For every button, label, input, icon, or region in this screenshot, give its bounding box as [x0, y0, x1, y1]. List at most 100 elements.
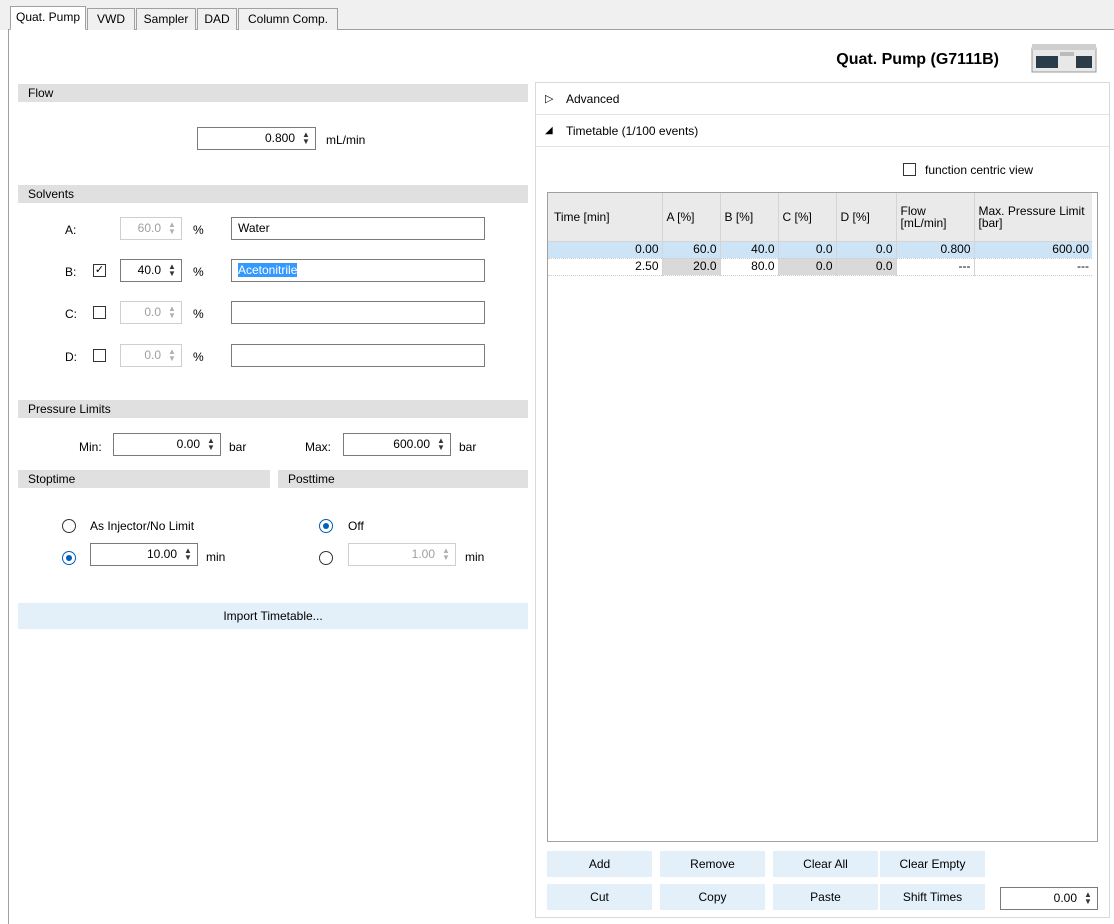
- spinner-arrows-icon[interactable]: ▲ ▼: [301, 131, 311, 146]
- spinner-arrows-icon: ▲ ▼: [442, 546, 450, 562]
- posttime-off-label: Off: [348, 519, 364, 533]
- clear-all-button[interactable]: Clear All: [773, 851, 878, 877]
- solvent-b-checkbox[interactable]: ✓: [93, 264, 106, 277]
- pressure-min-label: Min:: [79, 440, 102, 454]
- table-row[interactable]: 2.50 20.0 80.0 0.0 0.0 --- ---: [548, 258, 1092, 276]
- solvent-b-value: 40.0: [137, 263, 161, 277]
- pressure-unit: bar: [229, 440, 247, 454]
- spinner-arrows-icon[interactable]: ▲ ▼: [167, 263, 177, 278]
- stoptime-value-radio[interactable]: [62, 551, 76, 565]
- solvent-c-percent: 0.0 ▲ ▼: [120, 301, 182, 324]
- spinner-arrows-icon: ▲ ▼: [168, 304, 176, 320]
- remove-button[interactable]: Remove: [660, 851, 765, 877]
- cell-flow[interactable]: 0.800: [896, 241, 975, 259]
- timetable-label: Timetable (1/100 events): [566, 124, 699, 138]
- spinner-arrows-icon[interactable]: ▲ ▼: [436, 437, 446, 452]
- col-a: A [%]: [662, 193, 721, 242]
- cell-c[interactable]: 0.0: [778, 258, 837, 276]
- percent-label: %: [193, 307, 204, 321]
- flow-input[interactable]: 0.800 ▲ ▼: [197, 127, 316, 150]
- cell-time[interactable]: 0.00: [548, 242, 662, 258]
- stoptime-input[interactable]: 10.00 ▲ ▼: [90, 543, 198, 566]
- tab-dad[interactable]: DAD: [197, 8, 237, 30]
- solvent-b-percent[interactable]: 40.0 ▲ ▼: [120, 259, 182, 282]
- posttime-unit: min: [465, 550, 485, 564]
- tab-quat-pump[interactable]: Quat. Pump: [10, 6, 86, 30]
- shift-times-button[interactable]: Shift Times: [880, 884, 985, 910]
- spinner-arrows-icon: ▲ ▼: [168, 347, 176, 363]
- cell-c[interactable]: 0.0: [778, 241, 837, 259]
- spinner-arrows-icon[interactable]: ▲ ▼: [1083, 891, 1093, 906]
- solvent-c-checkbox[interactable]: [93, 306, 106, 319]
- function-centric-checkbox[interactable]: [903, 163, 916, 176]
- percent-label: %: [193, 350, 204, 364]
- spinner-arrows-icon[interactable]: ▲ ▼: [183, 547, 193, 562]
- cell-max-pressure[interactable]: ---: [974, 258, 1092, 276]
- paste-button[interactable]: Paste: [773, 884, 878, 910]
- pressure-section-header: Pressure Limits: [18, 400, 528, 418]
- table-row[interactable]: 0.00 60.0 40.0 0.0 0.0 0.800 600.00: [548, 241, 1092, 259]
- cell-b[interactable]: 40.0: [720, 241, 779, 259]
- col-flow: Flow [mL/min]: [896, 193, 975, 242]
- advanced-label: Advanced: [566, 92, 620, 106]
- solvent-a-label: A:: [65, 223, 77, 237]
- module-title: Quat. Pump (G7111B): [836, 51, 999, 68]
- posttime-value-radio[interactable]: [319, 551, 333, 565]
- posttime-off-radio[interactable]: [319, 519, 333, 533]
- solvent-d-checkbox[interactable]: [93, 349, 106, 362]
- pressure-max-input[interactable]: 600.00 ▲ ▼: [343, 433, 451, 456]
- cell-d[interactable]: 0.0: [836, 258, 897, 276]
- solvent-d-value: 0.0: [144, 348, 161, 362]
- tab-sampler[interactable]: Sampler: [136, 8, 196, 30]
- shift-times-input[interactable]: 0.00 ▲ ▼: [1000, 887, 1098, 910]
- spinner-arrows-icon[interactable]: ▲ ▼: [206, 437, 216, 452]
- import-timetable-button[interactable]: Import Timetable...: [18, 603, 528, 629]
- tab-vwd[interactable]: VWD: [87, 8, 135, 30]
- solvent-c-name[interactable]: [231, 301, 485, 324]
- solvent-c-label: C:: [65, 307, 77, 321]
- col-b: B [%]: [720, 193, 779, 242]
- copy-button[interactable]: Copy: [660, 884, 765, 910]
- pressure-max-value: 600.00: [393, 437, 430, 451]
- stoptime-no-limit-radio[interactable]: [62, 519, 76, 533]
- cell-time[interactable]: 2.50: [548, 259, 662, 275]
- col-time: Time [min]: [548, 193, 663, 242]
- shift-times-value: 0.00: [1053, 891, 1077, 905]
- flow-value: 0.800: [264, 131, 295, 145]
- cell-b[interactable]: 80.0: [720, 258, 779, 276]
- solvent-d-label: D:: [65, 350, 77, 364]
- timetable-expander[interactable]: ◢ Timetable (1/100 events): [536, 115, 1109, 147]
- solvent-d-name[interactable]: [231, 344, 485, 367]
- col-max-pressure: Max. Pressure Limit [bar]: [974, 193, 1092, 242]
- stoptime-section-header: Stoptime: [18, 470, 270, 488]
- cell-a[interactable]: 20.0: [662, 258, 721, 276]
- cut-button[interactable]: Cut: [547, 884, 652, 910]
- cell-max-pressure[interactable]: 600.00: [974, 241, 1092, 259]
- cell-a[interactable]: 60.0: [662, 241, 721, 259]
- add-button[interactable]: Add: [547, 851, 652, 877]
- posttime-section-header: Posttime: [278, 470, 528, 488]
- solvent-b-name[interactable]: Acetonitrile: [231, 259, 485, 282]
- clear-empty-button[interactable]: Clear Empty: [880, 851, 985, 877]
- tab-column-comp[interactable]: Column Comp.: [238, 8, 338, 30]
- timetable-grid[interactable]: Time [min] A [%] B [%] C [%] D [%] Flow …: [547, 192, 1098, 842]
- pressure-min-input[interactable]: 0.00 ▲ ▼: [113, 433, 221, 456]
- solvent-a-value: 60.0: [137, 221, 161, 235]
- cell-d[interactable]: 0.0: [836, 241, 897, 259]
- solvent-b-label: B:: [65, 265, 77, 279]
- percent-label: %: [193, 223, 204, 237]
- solvent-a-name[interactable]: Water: [231, 217, 485, 240]
- solvent-a-percent: 60.0 ▲ ▼: [120, 217, 182, 240]
- pressure-max-label: Max:: [305, 440, 332, 454]
- pressure-unit: bar: [459, 440, 477, 454]
- stoptime-no-limit-label: As Injector/No Limit: [90, 519, 195, 533]
- stoptime-unit: min: [206, 550, 226, 564]
- solvent-b-name-text: Acetonitrile: [238, 263, 298, 277]
- function-centric-label: function centric view: [925, 163, 1034, 177]
- posttime-value: 1.00: [411, 547, 435, 561]
- pump-module-icon: [1031, 44, 1097, 73]
- cell-flow[interactable]: ---: [896, 258, 975, 276]
- solvent-c-value: 0.0: [144, 305, 161, 319]
- advanced-expander[interactable]: ▷ Advanced: [536, 83, 1109, 115]
- collapse-triangle-icon: ◢: [545, 125, 553, 136]
